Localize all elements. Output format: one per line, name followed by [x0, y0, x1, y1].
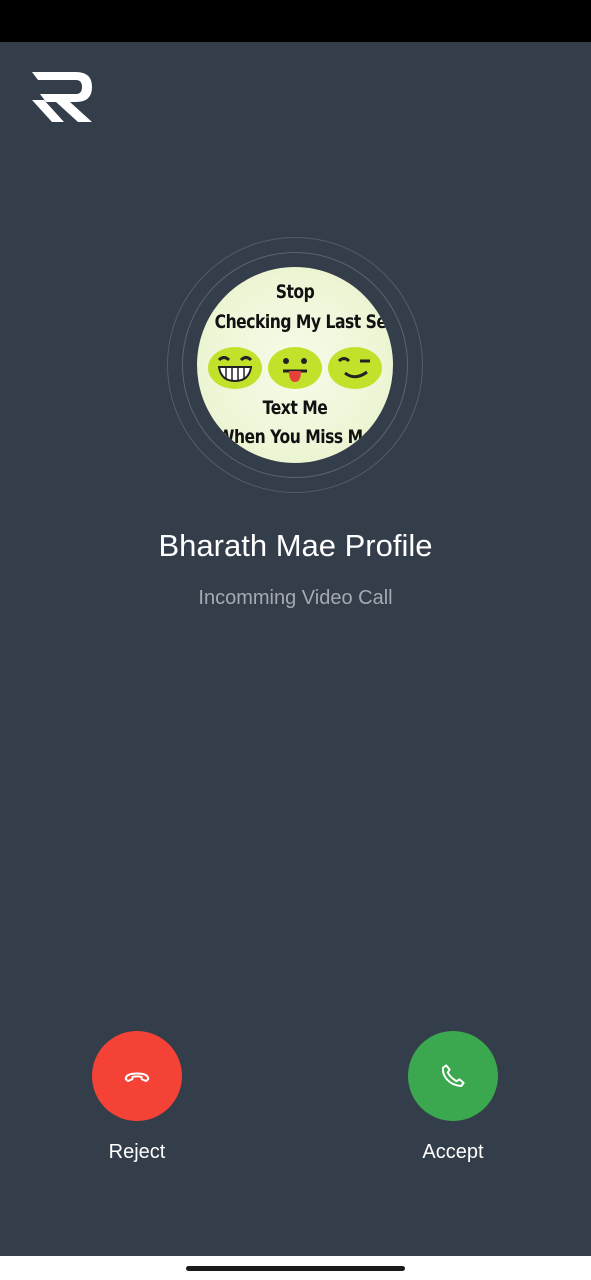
emoji-row: [207, 345, 383, 391]
accept-label: Accept: [422, 1141, 484, 1163]
reject-call-button[interactable]: [92, 1031, 182, 1121]
tongue-emoji-icon: [268, 347, 322, 389]
call-status-text: Incomming Video Call: [198, 587, 393, 609]
caller-avatar: Stop Checking My Last Seen Text Me When …: [197, 267, 393, 463]
r-logo-icon: [30, 70, 96, 124]
avatar-text-line: Text Me: [262, 397, 328, 419]
home-indicator[interactable]: [186, 1266, 405, 1271]
phone-icon: [441, 1064, 465, 1087]
accept-call-button[interactable]: [408, 1031, 498, 1121]
avatar-text-line: When You Miss Me: [217, 426, 373, 448]
grinning-emoji-icon: [208, 347, 262, 389]
reject-label: Reject: [108, 1141, 166, 1163]
avatar-text-line: Checking My Last Seen: [214, 311, 393, 333]
hang-up-icon: [124, 1072, 150, 1082]
avatar-text-line: Stop: [275, 281, 315, 303]
status-bar: [0, 0, 591, 42]
caller-name: Bharath Mae Profile: [158, 528, 433, 563]
wink-emoji-icon: [328, 347, 382, 389]
